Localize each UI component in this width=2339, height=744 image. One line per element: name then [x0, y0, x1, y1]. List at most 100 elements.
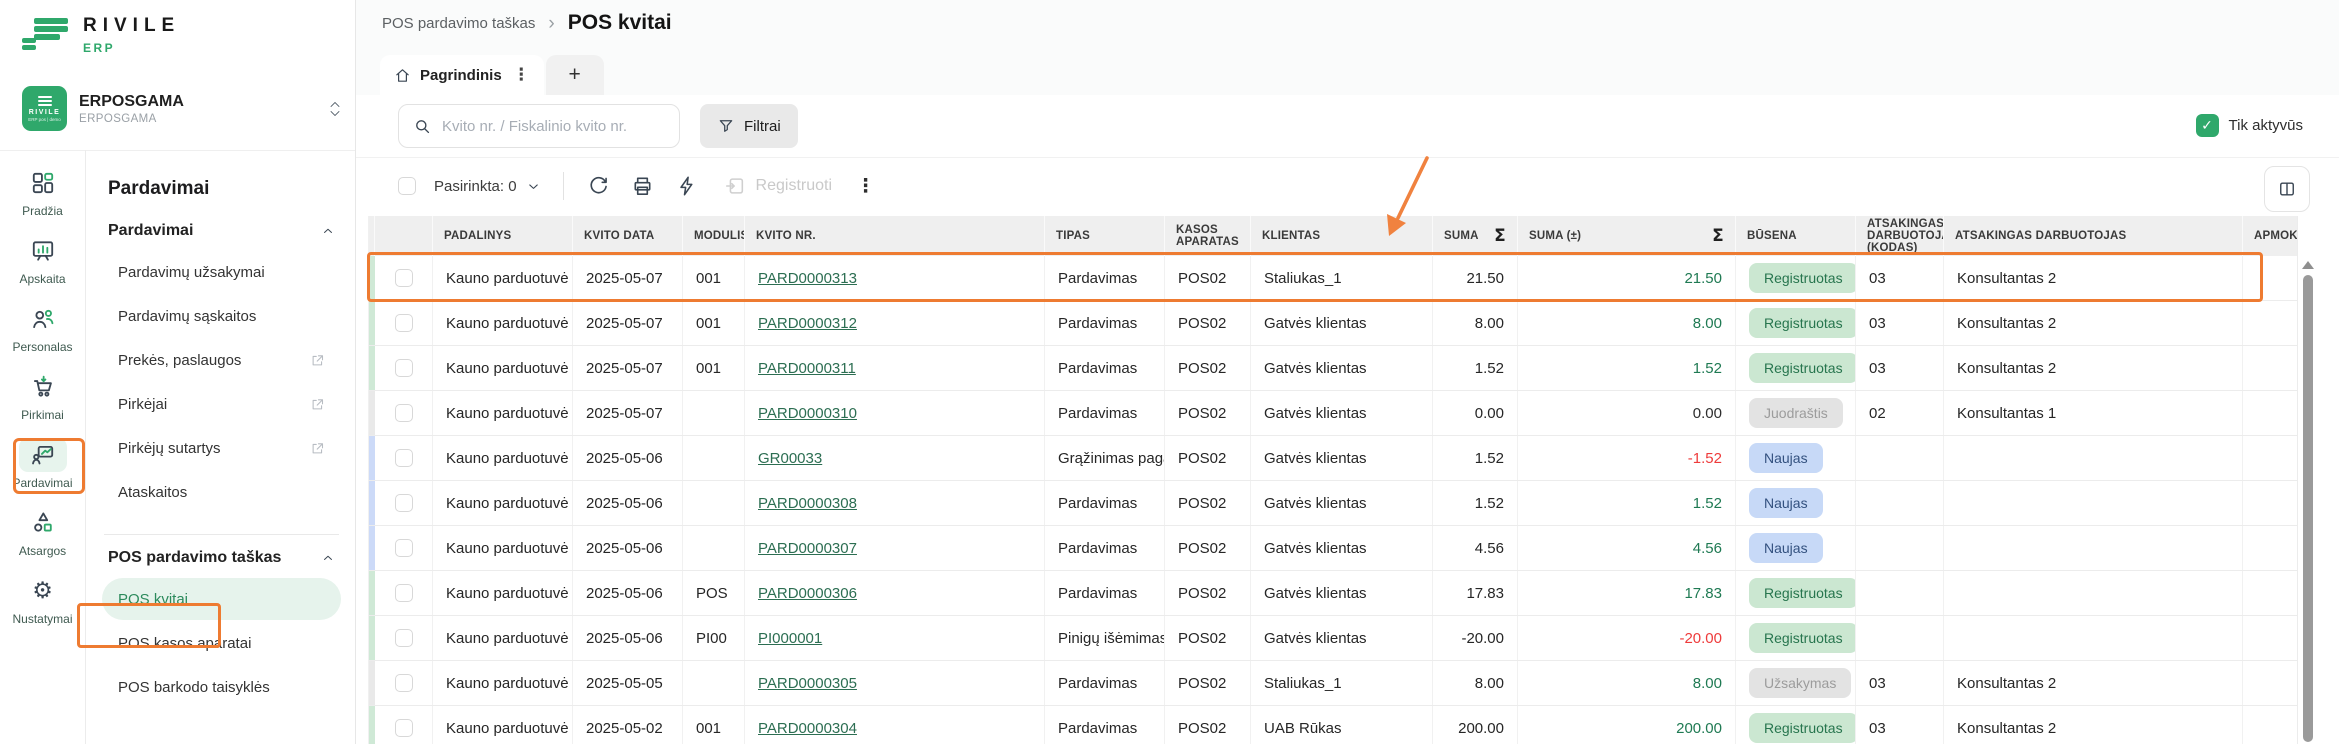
- quick-actions-button[interactable]: [674, 173, 700, 199]
- workspace-updown-icon[interactable]: [329, 101, 341, 117]
- menu-section-pardavimai[interactable]: Pardavimai: [108, 222, 335, 240]
- app-root: RIVILE ERP RIVILE ERP pos | demo ERPOSGA…: [0, 0, 2339, 744]
- sidebar-item-pos-barkodo-taisyklės[interactable]: POS barkodo taisyklės: [102, 666, 341, 708]
- receipt-link[interactable]: GR00033: [758, 450, 822, 467]
- rail-item-pradžia[interactable]: Pradžia: [0, 166, 85, 218]
- column-header-kodas[interactable]: ATSAKINGAS DARBUOTOJAS (KODAS): [1856, 216, 1944, 256]
- search-input[interactable]: Kvito nr. / Fiskalinio kvito nr.: [398, 104, 680, 148]
- rail-item-atsargos[interactable]: Atsargos: [0, 506, 85, 558]
- sidebar-item-pardavimų-užsakymai[interactable]: Pardavimų užsakymai: [102, 251, 341, 293]
- row-checkbox[interactable]: [395, 404, 413, 422]
- scroll-up-icon[interactable]: [2302, 261, 2314, 269]
- column-header-modulis[interactable]: MODULIS: [683, 216, 745, 256]
- receipt-link[interactable]: PARD0000306: [758, 585, 857, 602]
- register-button[interactable]: Registruoti: [724, 175, 832, 197]
- checked-checkbox-icon[interactable]: ✓: [2196, 114, 2219, 137]
- column-header-klientas[interactable]: KLIENTAS: [1251, 216, 1433, 256]
- toolbar-kebab-icon[interactable]: ⋮: [850, 175, 881, 197]
- column-header-darbuotojas[interactable]: ATSAKINGAS DARBUOTOJAS: [1944, 216, 2243, 256]
- row-checkbox[interactable]: [395, 314, 413, 332]
- row-checkbox[interactable]: [395, 539, 413, 557]
- column-header-label: KVITO DATA: [584, 230, 654, 242]
- column-header-suma[interactable]: SUMAΣ: [1433, 216, 1518, 256]
- row-checkbox[interactable]: [395, 269, 413, 287]
- scrollbar-thumb[interactable]: [2303, 275, 2313, 742]
- table-row[interactable]: Kauno parduotuvė2025-05-02001PARD0000304…: [369, 706, 2297, 744]
- tab-pagrindinis[interactable]: Pagrindinis ⋮: [380, 55, 544, 95]
- column-header-apmoketa[interactable]: APMOKĖTA: [2243, 216, 2298, 256]
- sidebar-item-ataskaitos[interactable]: Ataskaitos: [102, 471, 341, 513]
- rail-item-pirkimai[interactable]: Pirkimai: [0, 370, 85, 422]
- only-active-toggle[interactable]: ✓ Tik aktyvūs: [2196, 114, 2303, 137]
- table-row[interactable]: Kauno parduotuvė2025-05-06PARD0000307Par…: [369, 526, 2297, 571]
- column-header-suma_pm[interactable]: SUMA (±)Σ: [1518, 216, 1736, 256]
- selected-count-dropdown[interactable]: Pasirinkta: 0: [434, 178, 541, 195]
- column-header-kvito_data[interactable]: KVITO DATA: [573, 216, 683, 256]
- table-row[interactable]: Kauno parduotuvė2025-05-06PARD0000308Par…: [369, 481, 2297, 526]
- rail-item-apskaita[interactable]: Apskaita: [0, 234, 85, 286]
- tab-kebab-icon[interactable]: ⋮: [513, 65, 530, 85]
- receipt-link[interactable]: PARD0000310: [758, 405, 857, 422]
- row-checkbox[interactable]: [395, 674, 413, 692]
- menu-section-pos-pardavimo-taškas[interactable]: POS pardavimo taškas: [108, 549, 335, 567]
- receipt-link[interactable]: PARD0000311: [758, 360, 856, 377]
- table-row[interactable]: Kauno parduotuvė2025-05-05PARD0000305Par…: [369, 661, 2297, 706]
- row-checkbox[interactable]: [395, 449, 413, 467]
- rail-item-nustatymai[interactable]: ⚙Nustatymai: [0, 574, 85, 626]
- row-checkbox[interactable]: [395, 719, 413, 737]
- sidebar-item-pos-kasos-aparatai[interactable]: POS kasos aparatai: [102, 622, 341, 664]
- cell-klientas: Gatvės klientas: [1251, 346, 1433, 390]
- add-tab-button[interactable]: +: [546, 55, 604, 95]
- cell-suma_pm: 8.00: [1518, 661, 1736, 705]
- row-checkbox[interactable]: [395, 359, 413, 377]
- refresh-button[interactable]: [586, 173, 612, 199]
- chevron-up-icon: [321, 551, 335, 565]
- sidebar-item-pirkėjų-sutartys[interactable]: Pirkėjų sutartys: [102, 427, 341, 469]
- table-row[interactable]: Kauno parduotuvė2025-05-07001PARD0000313…: [369, 256, 2297, 301]
- vertical-scrollbar[interactable]: [2300, 258, 2316, 744]
- filters-button[interactable]: Filtrai: [700, 104, 798, 148]
- table-row[interactable]: Kauno parduotuvė2025-05-07001PARD0000311…: [369, 346, 2297, 391]
- column-header-padalinys[interactable]: PADALINYS: [433, 216, 573, 256]
- sidebar-item-prekės-paslaugos[interactable]: Prekės, paslaugos: [102, 339, 341, 381]
- receipt-link[interactable]: PARD0000307: [758, 540, 857, 557]
- rail-item-pardavimai[interactable]: Pardavimai: [0, 438, 85, 490]
- column-header-busena[interactable]: BŪSENA: [1736, 216, 1856, 256]
- table-row[interactable]: Kauno parduotuvė2025-05-06GR00033Grąžini…: [369, 436, 2297, 481]
- sidebar-item-pardavimų-sąskaitos[interactable]: Pardavimų sąskaitos: [102, 295, 341, 337]
- cell-suma: 8.00: [1433, 661, 1518, 705]
- row-checkbox[interactable]: [395, 584, 413, 602]
- sidebar-item-pirkėjai[interactable]: Pirkėjai: [102, 383, 341, 425]
- breadcrumb-parent[interactable]: POS pardavimo taškas: [382, 15, 535, 32]
- row-checkbox[interactable]: [395, 629, 413, 647]
- table-row[interactable]: Kauno parduotuvė2025-05-07001PARD0000312…: [369, 301, 2297, 346]
- funnel-icon: [717, 117, 735, 135]
- column-header-tipas[interactable]: TIPAS: [1045, 216, 1165, 256]
- sum-icon[interactable]: Σ: [1494, 230, 1506, 242]
- brand-sub: ERP: [83, 41, 180, 55]
- row-checkbox[interactable]: [395, 494, 413, 512]
- cell-klientas: Staliukas_1: [1251, 256, 1433, 300]
- receipt-link[interactable]: PARD0000304: [758, 720, 857, 737]
- receipt-link[interactable]: PARD0000312: [758, 315, 857, 332]
- receipt-link[interactable]: PARD0000308: [758, 495, 857, 512]
- print-button[interactable]: [630, 173, 656, 199]
- sum-icon[interactable]: Σ: [1712, 230, 1724, 242]
- column-header-kasos_aparatas[interactable]: KASOS APARATAS: [1165, 216, 1251, 256]
- cell-padalinys: Kauno parduotuvė: [433, 481, 573, 525]
- table-row[interactable]: Kauno parduotuvė2025-05-06POSPARD0000306…: [369, 571, 2297, 616]
- column-settings-button[interactable]: [2264, 166, 2310, 212]
- cell-suma_pm: 21.50: [1518, 256, 1736, 300]
- rail-item-personalas[interactable]: Personalas: [0, 302, 85, 354]
- receipt-link[interactable]: PARD0000305: [758, 675, 857, 692]
- workspace-switcher[interactable]: RIVILE ERP pos | demo ERPOSGAMA ERPOSGAM…: [22, 86, 341, 131]
- select-all-checkbox[interactable]: [398, 177, 416, 195]
- cell-suma_pm: -1.52: [1518, 436, 1736, 480]
- table-row[interactable]: Kauno parduotuvė2025-05-06PI00PI000001Pi…: [369, 616, 2297, 661]
- table-row[interactable]: Kauno parduotuvė2025-05-07PARD0000310Par…: [369, 391, 2297, 436]
- receipt-link[interactable]: PARD0000313: [758, 270, 857, 287]
- receipt-link[interactable]: PI000001: [758, 630, 822, 647]
- cell-suma_pm: 1.52: [1518, 346, 1736, 390]
- column-header-kvito_nr[interactable]: KVITO NR.: [745, 216, 1045, 256]
- sidebar-item-pos-kvitai[interactable]: POS kvitai: [102, 578, 341, 620]
